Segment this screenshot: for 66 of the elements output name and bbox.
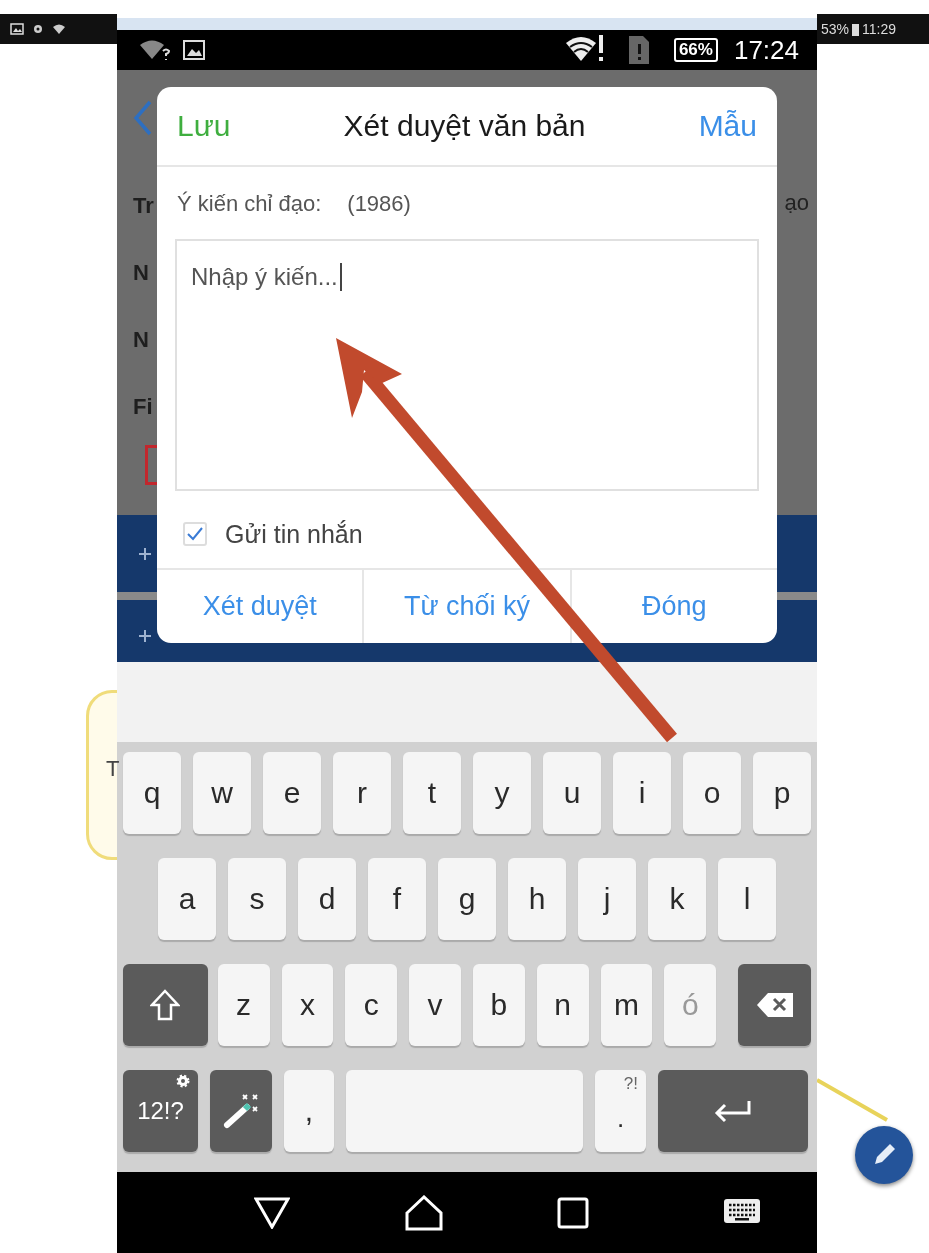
shift-key[interactable] <box>123 964 208 1046</box>
gear-icon <box>176 1074 190 1088</box>
key[interactable]: o <box>683 752 741 834</box>
key[interactable]: z <box>217 964 270 1046</box>
key[interactable]: x <box>281 964 334 1046</box>
key[interactable]: e <box>263 752 321 834</box>
key[interactable]: s <box>228 858 286 940</box>
magic-wand-icon <box>221 1091 261 1131</box>
key[interactable]: w <box>193 752 251 834</box>
key[interactable]: p <box>753 752 811 834</box>
period-key[interactable]: ?! . <box>595 1070 646 1152</box>
symbols-key[interactable]: 12!? <box>123 1070 198 1152</box>
value-fragment: ạo <box>784 190 809 216</box>
key[interactable]: f <box>368 858 426 940</box>
shift-icon <box>150 989 181 1021</box>
edit-button[interactable] <box>855 1126 913 1184</box>
key[interactable]: g <box>438 858 496 940</box>
dialog-title: Xét duyệt văn bản <box>343 109 586 143</box>
image-icon <box>183 40 205 60</box>
key[interactable]: n <box>536 964 589 1046</box>
key[interactable]: c <box>345 964 398 1046</box>
home-icon[interactable] <box>404 1194 443 1231</box>
clock: 17:24 <box>733 34 799 66</box>
plus-icon <box>139 547 151 560</box>
magic-wand-key[interactable] <box>210 1070 272 1152</box>
key[interactable]: l <box>718 858 776 940</box>
checkbox-label: Gửi tin nhắn <box>225 519 363 549</box>
label-fragment: N <box>133 260 149 287</box>
key[interactable]: t <box>403 752 461 834</box>
backspace-key[interactable] <box>738 964 811 1046</box>
file-icon <box>145 445 159 485</box>
key[interactable]: k <box>648 858 706 940</box>
key[interactable]: , <box>284 1070 334 1152</box>
character-count: (1986) <box>347 191 411 217</box>
label-fragment: Tr <box>133 193 154 220</box>
bubble-text: T <box>106 756 120 782</box>
key[interactable]: y <box>473 752 531 834</box>
key[interactable]: m <box>600 964 653 1046</box>
key[interactable]: i <box>613 752 671 834</box>
clock: 11:29 <box>862 21 897 37</box>
key[interactable]: j <box>578 858 636 940</box>
key[interactable]: u <box>543 752 601 834</box>
key[interactable]: h <box>508 858 566 940</box>
plus-icon <box>139 630 151 642</box>
key[interactable]: b <box>472 964 525 1046</box>
wifi-icon <box>52 23 66 35</box>
image-icon <box>10 23 24 35</box>
recent-apps-icon[interactable] <box>557 1196 590 1229</box>
key[interactable]: q <box>123 752 181 834</box>
battery-icon <box>852 22 860 36</box>
key[interactable]: v <box>409 964 461 1046</box>
backspace-icon <box>755 992 794 1018</box>
wifi-icon <box>139 39 173 61</box>
enter-key[interactable] <box>658 1070 808 1152</box>
key[interactable]: r <box>333 752 391 834</box>
key[interactable]: d <box>298 858 356 940</box>
battery-percentage: 53% <box>821 21 850 37</box>
key[interactable]: a <box>158 858 216 940</box>
comment-field[interactable]: Nhập ý kiến... <box>175 239 759 491</box>
battery-indicator: 66% <box>673 38 718 62</box>
sim-card-icon <box>627 35 650 65</box>
enter-icon <box>713 1099 753 1123</box>
checkbox[interactable] <box>183 522 207 546</box>
label-fragment: N <box>133 327 149 354</box>
field-label: Ý kiến chỉ đạo: <box>177 191 322 217</box>
label-fragment: Fi <box>133 394 153 421</box>
